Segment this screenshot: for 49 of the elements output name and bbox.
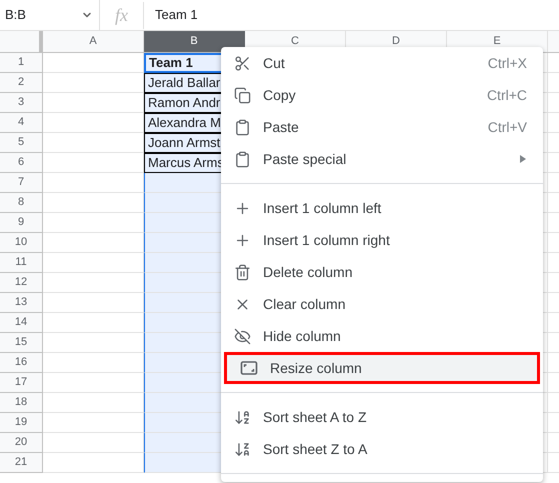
shortcut-label: Ctrl+X: [488, 54, 527, 72]
menu-item[interactable]: Insert 1 column left: [221, 192, 543, 224]
row-header[interactable]: 15: [0, 333, 43, 353]
name-box[interactable]: B:B: [0, 0, 100, 30]
row-header[interactable]: 4: [0, 113, 43, 133]
column-header[interactable]: B: [144, 31, 245, 52]
column-header[interactable]: A: [43, 31, 144, 52]
trash-icon: [234, 264, 251, 280]
row-header[interactable]: 17: [0, 373, 43, 393]
row-header[interactable]: 6: [0, 153, 43, 173]
row-header[interactable]: 12: [0, 273, 43, 293]
menu-item[interactable]: Sort sheet A to Z: [221, 401, 543, 433]
row-header[interactable]: 1: [0, 53, 43, 73]
clipboard-icon: [234, 118, 251, 136]
row-header[interactable]: 21: [0, 453, 43, 473]
menu-item[interactable]: Sort sheet Z to A: [221, 433, 543, 465]
row-header[interactable]: 14: [0, 313, 43, 333]
menu-item[interactable]: Hide column: [221, 320, 543, 352]
formula-field[interactable]: Team 1: [144, 5, 198, 25]
row-header[interactable]: 8: [0, 193, 43, 213]
corner-cell[interactable]: [0, 31, 43, 52]
menu-item[interactable]: Insert 1 column right: [221, 224, 543, 256]
copy-icon: [234, 86, 251, 104]
clipboard-icon: [234, 150, 251, 168]
menu-item[interactable]: Resize column: [224, 352, 540, 384]
row-header[interactable]: 2: [0, 73, 43, 93]
row-header[interactable]: 10: [0, 233, 43, 253]
sort-icon: [234, 440, 251, 458]
row-header[interactable]: 11: [0, 253, 43, 273]
menu-item[interactable]: Delete column: [221, 256, 543, 288]
row-header[interactable]: 20: [0, 433, 43, 453]
column-header[interactable]: [548, 31, 559, 52]
row-header[interactable]: 5: [0, 133, 43, 153]
scissors-icon: [234, 54, 251, 72]
row-header[interactable]: 3: [0, 93, 43, 113]
submenu-arrow-icon: [519, 155, 527, 163]
resize-icon: [240, 359, 258, 377]
shortcut-label: Ctrl+C: [486, 86, 527, 104]
eye-off-icon: [234, 328, 251, 344]
sort-icon: [234, 408, 251, 426]
menu-item[interactable]: Clear column: [221, 288, 543, 320]
row-header[interactable]: 7: [0, 173, 43, 193]
row-header[interactable]: 9: [0, 213, 43, 233]
row-header[interactable]: 16: [0, 353, 43, 373]
row-header[interactable]: 18: [0, 393, 43, 413]
row-header[interactable]: 13: [0, 293, 43, 313]
fx-label: fx: [100, 2, 144, 28]
shortcut-label: Ctrl+V: [488, 118, 527, 136]
row-header[interactable]: 19: [0, 413, 43, 433]
